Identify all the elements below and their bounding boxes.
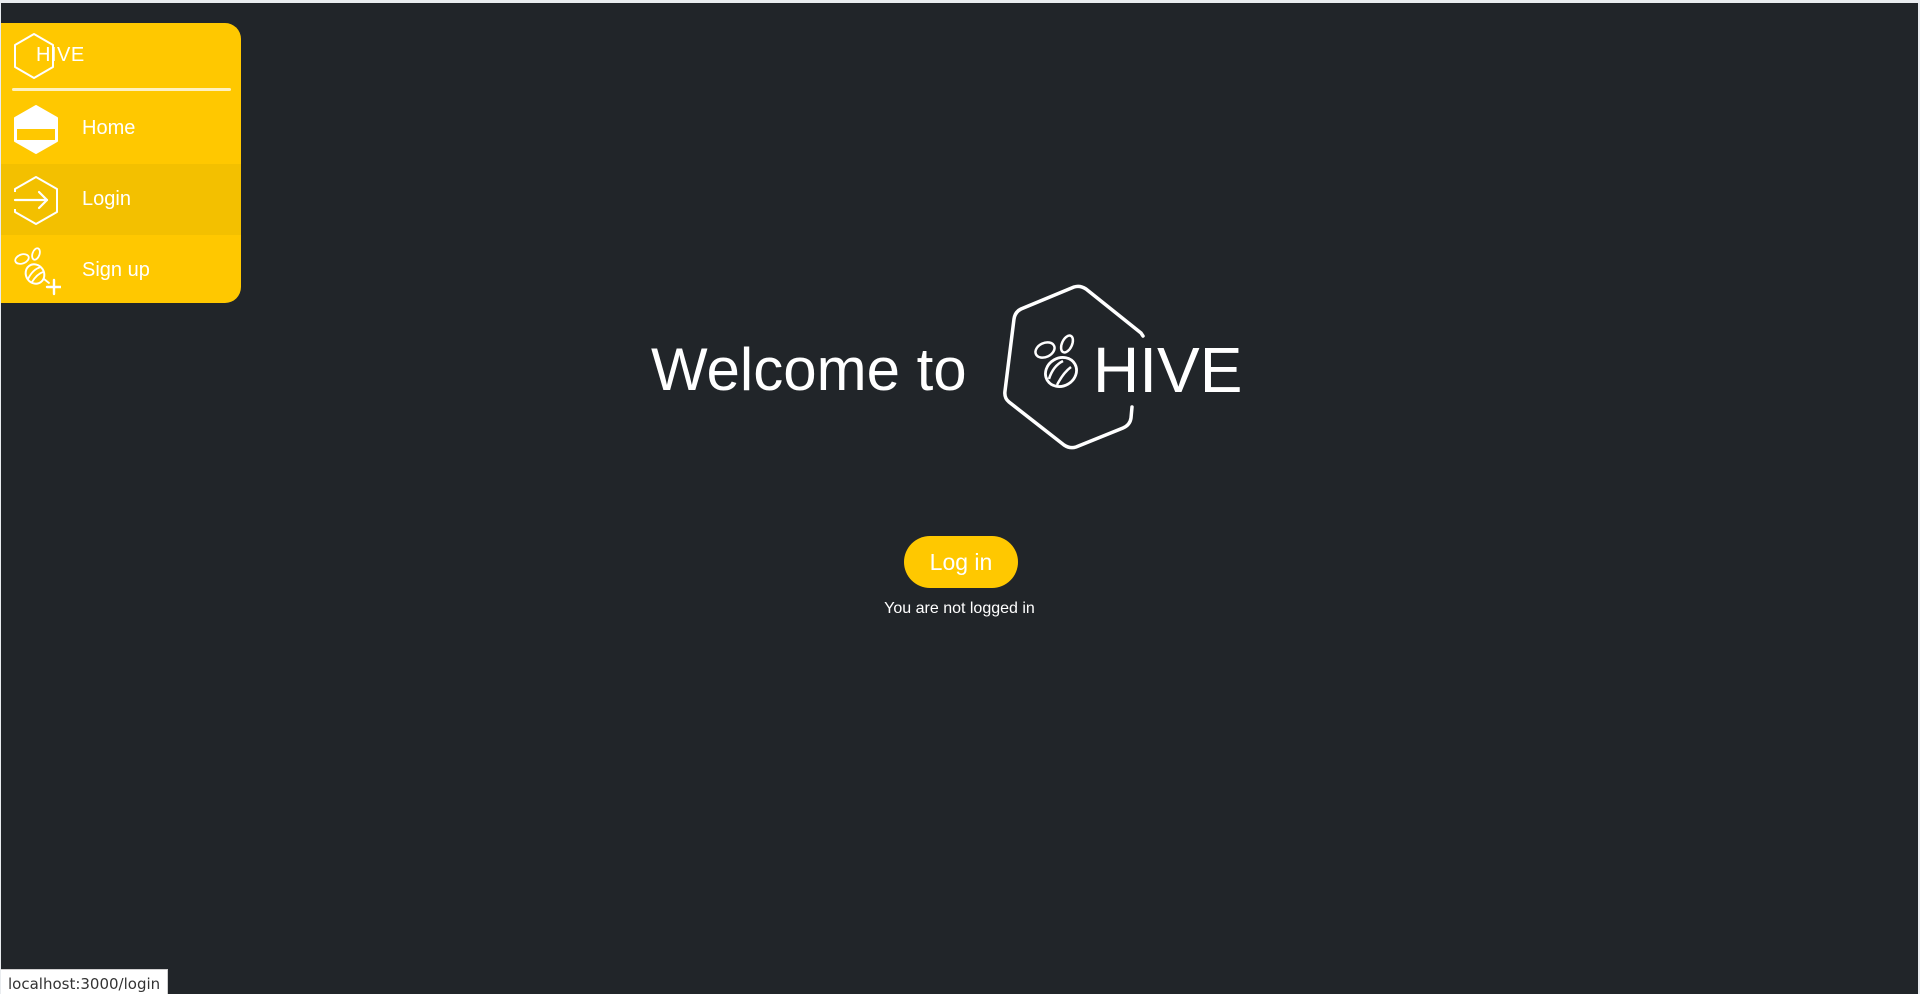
sidebar-item-home[interactable]: Home	[1, 93, 241, 164]
sidebar-item-label: Sign up	[82, 259, 150, 281]
page: HIVE Home Login Sign up Welcome to HIVE …	[1, 3, 1918, 994]
hero-brand-text: HIVE	[1093, 334, 1243, 406]
log-in-button[interactable]: Log in	[904, 536, 1018, 588]
sidebar-brand-label: HIVE	[36, 44, 85, 66]
sidebar-brand[interactable]: HIVE	[1, 23, 241, 89]
status-bar-url: localhost:3000/login	[1, 969, 169, 994]
login-arrow-icon	[13, 176, 58, 225]
bee-plus-icon	[14, 247, 61, 296]
home-hexagon-icon	[14, 105, 58, 154]
sidebar-item-signup[interactable]: Sign up	[1, 235, 241, 303]
sidebar: HIVE Home Login Sign up	[1, 23, 241, 303]
sidebar-item-login[interactable]: Login	[1, 164, 241, 235]
sidebar-item-label: Login	[82, 188, 131, 210]
sidebar-divider	[12, 88, 231, 91]
login-status-text: You are not logged in	[884, 600, 1035, 617]
welcome-heading: Welcome to	[651, 336, 967, 403]
sidebar-item-label: Home	[82, 117, 136, 139]
hero: Welcome to HIVE	[641, 281, 1261, 461]
